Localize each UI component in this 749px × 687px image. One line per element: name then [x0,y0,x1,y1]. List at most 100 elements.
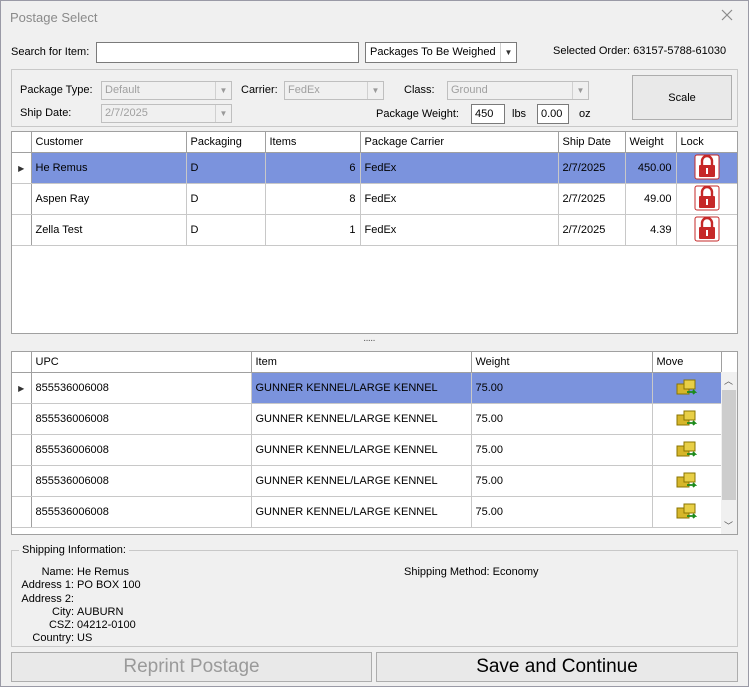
cell-packaging[interactable]: D [186,183,266,215]
cell-packaging[interactable]: D [186,214,266,246]
cell-item-weight[interactable]: 75.00 [471,465,653,497]
scroll-up-icon[interactable]: ︿ [724,374,733,387]
cell-ship-date[interactable]: 2/7/2025 [558,183,626,215]
weight-oz-input[interactable] [537,104,569,124]
cell-weight[interactable]: 4.39 [625,214,677,246]
cell-move[interactable] [652,434,722,466]
lock-icon[interactable] [694,216,720,242]
col-move[interactable]: Move [652,352,722,373]
cell-move[interactable] [652,372,722,404]
cell-item[interactable]: GUNNER KENNEL/LARGE KENNEL [251,434,472,466]
cell-upc[interactable]: 855536006008 [31,372,252,404]
col-packaging[interactable]: Packaging [186,132,266,153]
col-lock[interactable]: Lock [676,132,737,153]
cell-item-weight[interactable]: 75.00 [471,496,653,528]
chevron-down-icon[interactable]: ▼ [500,43,516,62]
row-selector[interactable] [12,403,32,435]
cell-items[interactable]: 1 [265,214,361,246]
item-row[interactable]: 855536006008 GUNNER KENNEL/LARGE KENNEL 75… [12,434,722,466]
col-package-carrier[interactable]: Package Carrier [360,132,559,153]
cell-items[interactable]: 8 [265,183,361,215]
row-selector[interactable] [12,434,32,466]
col-item[interactable]: Item [251,352,472,373]
item-row[interactable]: 855536006008 GUNNER KENNEL/LARGE KENNEL 75… [12,403,722,435]
move-boxes-icon[interactable] [674,500,700,522]
reprint-postage-button[interactable]: Reprint Postage [11,652,372,682]
cell-customer[interactable]: Zella Test [31,214,187,246]
package-row[interactable]: ▶ He Remus D 6 FedEx 2/7/2025 450.00 [12,152,737,184]
row-selector[interactable]: ▶ [12,152,32,184]
chevron-down-icon[interactable]: ▼ [367,82,383,99]
row-selector[interactable] [12,183,32,215]
row-selector[interactable] [12,496,32,528]
save-and-continue-button[interactable]: Save and Continue [376,652,738,682]
city-value: AUBURN [77,606,124,618]
cell-move[interactable] [652,403,722,435]
cell-item[interactable]: GUNNER KENNEL/LARGE KENNEL [251,496,472,528]
cell-packaging[interactable]: D [186,152,266,184]
row-selector[interactable] [12,465,32,497]
cell-ship-date[interactable]: 2/7/2025 [558,152,626,184]
col-customer[interactable]: Customer [31,132,187,153]
cell-items[interactable]: 6 [265,152,361,184]
carrier-select[interactable]: FedEx ▼ [284,81,384,100]
filter-dropdown[interactable]: Packages To Be Weighed ▼ [365,42,517,63]
cell-weight[interactable]: 49.00 [625,183,677,215]
cell-upc[interactable]: 855536006008 [31,465,252,497]
cell-item-weight[interactable]: 75.00 [471,403,653,435]
weight-lbs-input[interactable] [471,104,505,124]
package-row[interactable]: Aspen Ray D 8 FedEx 2/7/2025 49.00 [12,183,737,215]
cell-lock[interactable] [676,152,737,184]
move-boxes-icon[interactable] [674,376,700,398]
cell-upc[interactable]: 855536006008 [31,403,252,435]
row-selector[interactable]: ▶ [12,372,32,404]
ship-date-picker[interactable]: 2/7/2025 ▼ [101,104,232,123]
col-items[interactable]: Items [265,132,361,153]
move-boxes-icon[interactable] [674,407,700,429]
package-type-select[interactable]: Default ▼ [101,81,232,100]
scroll-down-icon[interactable]: ﹀ [724,519,733,532]
cell-item[interactable]: GUNNER KENNEL/LARGE KENNEL [251,465,472,497]
cell-ship-date[interactable]: 2/7/2025 [558,214,626,246]
search-input[interactable] [96,42,359,63]
cell-lock[interactable] [676,214,737,246]
items-scrollbar[interactable]: ︿ ﹀ [721,372,737,534]
col-ship-date[interactable]: Ship Date [558,132,626,153]
cell-upc[interactable]: 855536006008 [31,434,252,466]
chevron-down-icon[interactable]: ▼ [572,82,588,99]
cell-lock[interactable] [676,183,737,215]
lock-icon[interactable] [694,154,720,180]
scale-button[interactable]: Scale [632,75,732,120]
col-weight[interactable]: Weight [625,132,677,153]
cell-carrier[interactable]: FedEx [360,152,559,184]
move-boxes-icon[interactable] [674,438,700,460]
package-row[interactable]: Zella Test D 1 FedEx 2/7/2025 4.39 [12,214,737,246]
cell-customer[interactable]: He Remus [31,152,187,184]
scrollbar-thumb[interactable] [722,390,736,500]
col-item-weight[interactable]: Weight [471,352,653,373]
chevron-down-icon[interactable]: ▼ [215,105,231,122]
filter-dropdown-value: Packages To Be Weighed [370,46,496,58]
item-row[interactable]: 855536006008 GUNNER KENNEL/LARGE KENNEL 75… [12,465,722,497]
class-select[interactable]: Ground ▼ [447,81,589,100]
col-upc[interactable]: UPC [31,352,252,373]
cell-item[interactable]: GUNNER KENNEL/LARGE KENNEL [251,403,472,435]
cell-move[interactable] [652,496,722,528]
close-icon[interactable] [720,8,734,22]
cell-move[interactable] [652,465,722,497]
cell-item[interactable]: GUNNER KENNEL/LARGE KENNEL [251,372,472,404]
item-row[interactable]: ▶ 855536006008 GUNNER KENNEL/LARGE KENNEL 7… [12,372,722,404]
item-row[interactable]: 855536006008 GUNNER KENNEL/LARGE KENNEL 75… [12,496,722,528]
cell-upc[interactable]: 855536006008 [31,496,252,528]
cell-item-weight[interactable]: 75.00 [471,372,653,404]
chevron-down-icon[interactable]: ▼ [215,82,231,99]
move-boxes-icon[interactable] [674,469,700,491]
cell-customer[interactable]: Aspen Ray [31,183,187,215]
cell-carrier[interactable]: FedEx [360,214,559,246]
lock-icon[interactable] [694,185,720,211]
splitter-handle[interactable]: ····· [363,335,376,346]
cell-carrier[interactable]: FedEx [360,183,559,215]
row-selector[interactable] [12,214,32,246]
cell-item-weight[interactable]: 75.00 [471,434,653,466]
cell-weight[interactable]: 450.00 [625,152,677,184]
